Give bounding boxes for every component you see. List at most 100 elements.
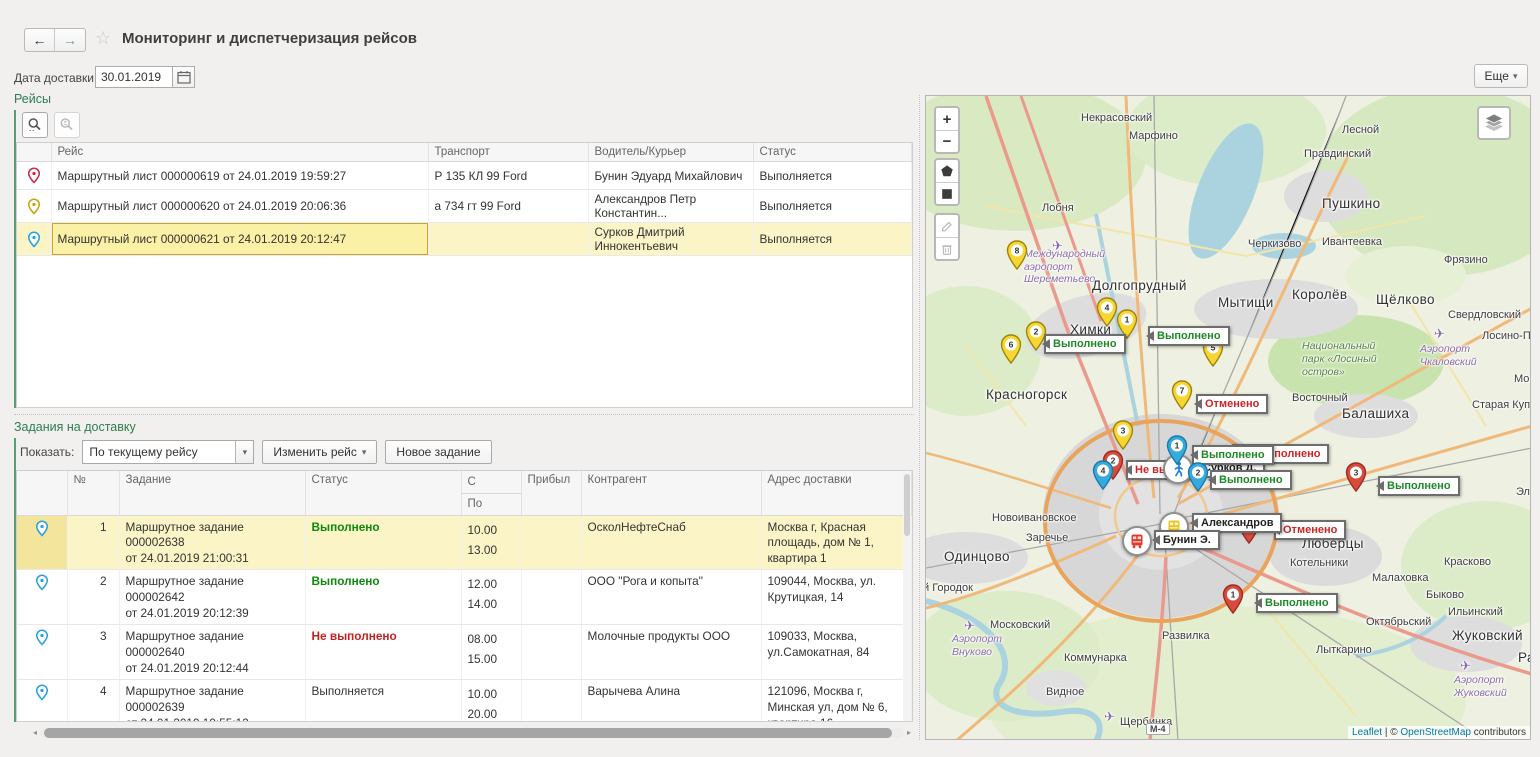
map-pin-marker[interactable]: 2 — [1187, 462, 1209, 492]
map-pin-marker[interactable]: 3 — [1112, 420, 1134, 450]
task-name: Маршрутное задание 000002642от 24.01.201… — [119, 570, 305, 625]
draw-rectangle-button[interactable] — [936, 182, 958, 204]
task-row[interactable]: 1 Маршрутное задание 000002638от 24.01.2… — [17, 515, 912, 570]
map-status-label: Выполнено — [1256, 593, 1338, 613]
new-task-button[interactable]: Новое задание — [385, 440, 491, 464]
trips-col-icon — [17, 143, 51, 162]
map-place-label: Аэропорт Внуково — [952, 633, 1002, 658]
trip-row[interactable]: Маршрутный лист 000000620 от 24.01.2019 … — [17, 190, 912, 223]
map-pin-marker[interactable]: 8 — [1006, 240, 1028, 270]
more-button[interactable]: Еще ▾ — [1474, 64, 1528, 88]
svg-text:2: 2 — [1034, 327, 1039, 337]
trip-row[interactable]: Маршрутный лист 000000621 от 24.01.2019 … — [17, 223, 912, 256]
tasks-col-address[interactable]: Адрес доставки — [761, 471, 912, 515]
attribution-suffix: contributors — [1471, 727, 1526, 738]
map-status-label: Выполнено — [1044, 334, 1126, 354]
tasks-vertical-scrollbar[interactable] — [903, 472, 911, 722]
svg-text:7: 7 — [1180, 386, 1185, 396]
map-place-label: Одинцово — [944, 549, 1010, 564]
trip-pin-icon — [27, 198, 41, 215]
task-row[interactable]: 4 Маршрутное задание 000002639от 24.01.2… — [17, 679, 912, 722]
search-on-map-button[interactable] — [22, 112, 48, 138]
trips-col-status[interactable]: Статус — [753, 143, 912, 162]
map-place-label: Ивантеевка — [1322, 236, 1382, 248]
tasks-toolbar: Показать: По текущему рейсу ▾ Изменить р… — [20, 440, 492, 464]
map-place-label: Видное — [1046, 686, 1084, 698]
magnifier-icon — [27, 117, 43, 133]
leaflet-link[interactable]: Leaflet — [1352, 727, 1382, 738]
map-pin-marker[interactable]: 4 — [1096, 297, 1118, 327]
map-place-label: Национальный парк «Лосиный остров» — [1302, 340, 1377, 379]
tasks-col-task[interactable]: Задание — [119, 471, 305, 515]
task-status: Выполняется — [305, 679, 461, 722]
map-place-label: Балашиха — [1342, 406, 1409, 421]
svg-text:3: 3 — [1121, 426, 1126, 436]
map-place-label: Лесной — [1342, 124, 1379, 136]
back-button[interactable]: ← — [25, 29, 55, 51]
task-pin-icon — [35, 520, 49, 537]
show-label: Показать: — [20, 445, 74, 459]
task-pin-icon — [35, 629, 49, 646]
svg-text:8: 8 — [1015, 246, 1020, 256]
map-status-label: Бунин Э. — [1154, 530, 1220, 550]
tasks-col-arrived[interactable]: Прибыл — [521, 471, 581, 515]
scroll-right-arrow-icon[interactable]: ▸ — [904, 728, 914, 737]
map-place-label: Некрасовский — [1081, 112, 1152, 124]
tasks-col-status[interactable]: Статус — [305, 471, 461, 515]
trips-section-title: Рейсы — [14, 92, 51, 106]
map-pin-marker[interactable]: 6 — [1000, 334, 1022, 364]
task-row[interactable]: 3 Маршрутное задание 000002640от 24.01.2… — [17, 625, 912, 680]
calendar-button[interactable] — [172, 66, 195, 88]
delivery-date-input[interactable] — [95, 66, 173, 88]
map-panel[interactable]: НекрасовскийМарфиноЛеснойПравдинскийЛобн… — [925, 95, 1531, 740]
map-pin-marker[interactable]: 3 — [1345, 462, 1367, 492]
forward-button[interactable]: → — [55, 29, 85, 51]
map-place-label: Восточный — [1292, 392, 1348, 404]
draw-polygon-button[interactable] — [936, 160, 958, 182]
task-status: Не выполнено — [305, 625, 461, 680]
task-name: Маршрутное задание 000002638от 24.01.201… — [119, 515, 305, 570]
task-num: 1 — [67, 515, 119, 570]
nav-history-group: ← → — [24, 28, 86, 52]
map-edit-control — [934, 213, 960, 261]
trip-pin-icon — [27, 231, 41, 248]
task-arrived — [521, 515, 581, 570]
tasks-horizontal-scrollbar[interactable]: ◂ ▸ — [30, 726, 914, 739]
map-status-label: Выполнено — [1378, 476, 1460, 496]
tasks-col-contragent[interactable]: Контрагент — [581, 471, 761, 515]
map-pin-marker[interactable]: 1 — [1166, 435, 1188, 465]
map-pin-marker[interactable]: 4 — [1092, 460, 1114, 490]
task-status: Выполнено — [305, 515, 461, 570]
trip-row[interactable]: Маршрутный лист 000000619 от 24.01.2019 … — [17, 162, 912, 190]
scrollbar-thumb[interactable] — [904, 474, 910, 536]
task-contragent: Варычева Алина — [581, 679, 761, 722]
tasks-col-num[interactable]: № — [67, 471, 119, 515]
map-layers-button[interactable] — [1477, 106, 1511, 140]
trips-col-driver[interactable]: Водитель/Курьер — [588, 143, 753, 162]
change-trip-label: Изменить рейс — [273, 445, 357, 459]
tasks-col-from[interactable]: С — [461, 471, 521, 493]
task-filter-select[interactable]: По текущему рейсу ▾ — [82, 440, 254, 464]
favorite-star-icon[interactable]: ☆ — [95, 28, 111, 49]
task-arrived — [521, 570, 581, 625]
chevron-down-icon: ▾ — [362, 447, 367, 458]
scrollbar-thumb[interactable] — [44, 728, 892, 738]
zoom-in-button[interactable]: + — [936, 108, 958, 130]
scrollbar-track[interactable] — [40, 728, 904, 738]
trips-col-transport[interactable]: Транспорт — [428, 143, 588, 162]
tasks-col-to[interactable]: По — [461, 493, 521, 515]
task-row[interactable]: 2 Маршрутное задание 000002642от 24.01.2… — [17, 570, 912, 625]
openstreetmap-link[interactable]: OpenStreetMap — [1400, 727, 1471, 738]
scroll-left-arrow-icon[interactable]: ◂ — [30, 728, 40, 737]
task-address: 121096, Москва г, Минская ул, дом № 6, к… — [761, 679, 912, 722]
task-filter-dropdown-button[interactable]: ▾ — [235, 441, 253, 463]
map-place-label: Рам — [1518, 650, 1531, 665]
map-pin-marker[interactable]: 1 — [1222, 584, 1244, 614]
trips-col-trip[interactable]: Рейс — [51, 143, 428, 162]
map-place-label: Долгопрудный — [1092, 278, 1187, 293]
zoom-out-button[interactable]: − — [936, 130, 958, 152]
svg-text:6: 6 — [1009, 340, 1014, 350]
task-time: 10.0013.00 — [461, 515, 521, 570]
map-place-label: Черкизово — [1248, 238, 1301, 250]
change-trip-button[interactable]: Изменить рейс ▾ — [262, 440, 377, 464]
